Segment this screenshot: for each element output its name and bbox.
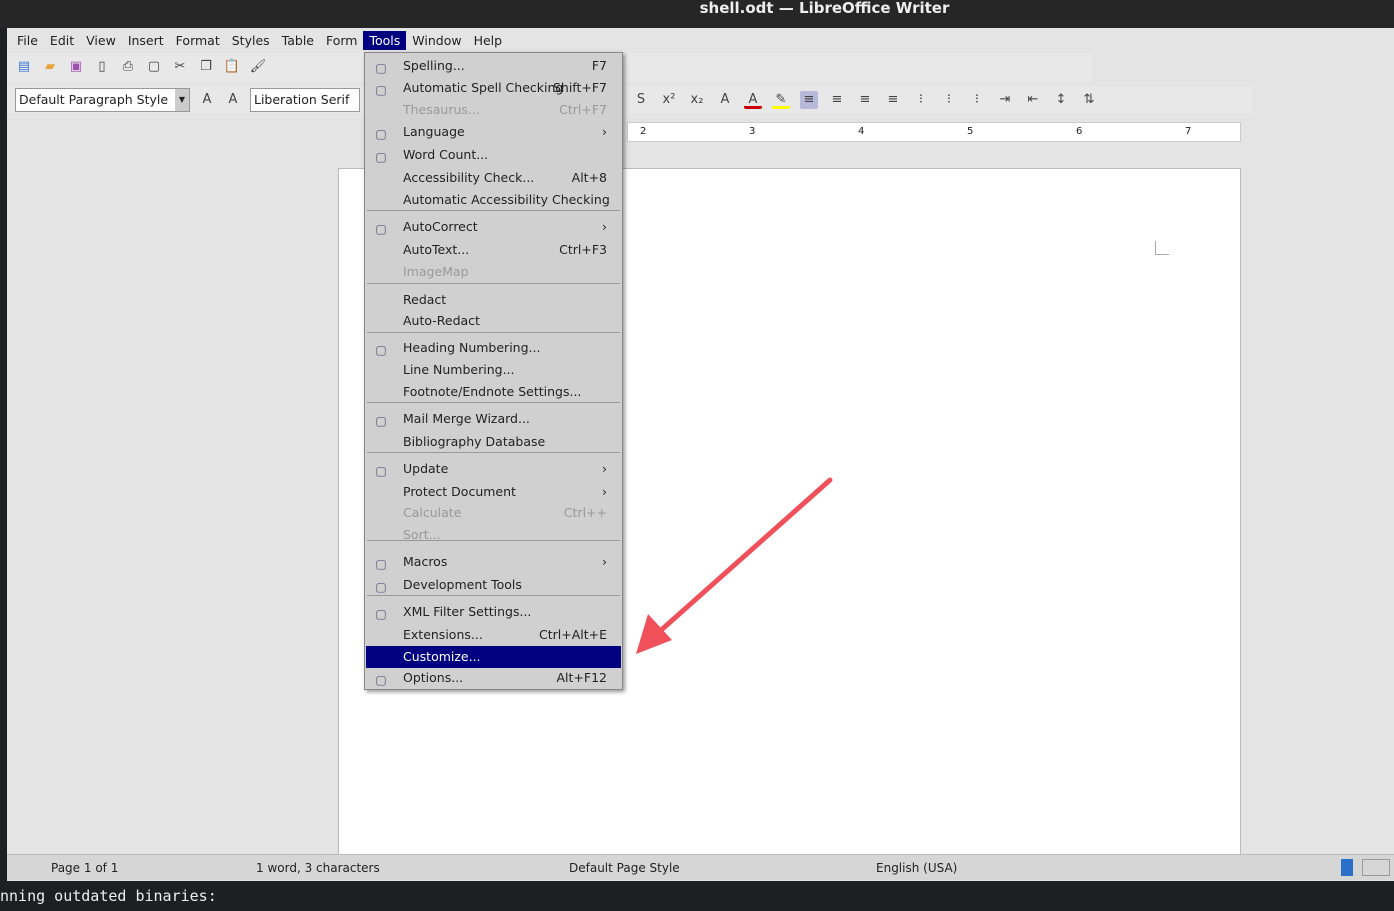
annotation-arrow — [636, 477, 833, 654]
terminal-text: nning outdated binaries: — [0, 887, 217, 905]
